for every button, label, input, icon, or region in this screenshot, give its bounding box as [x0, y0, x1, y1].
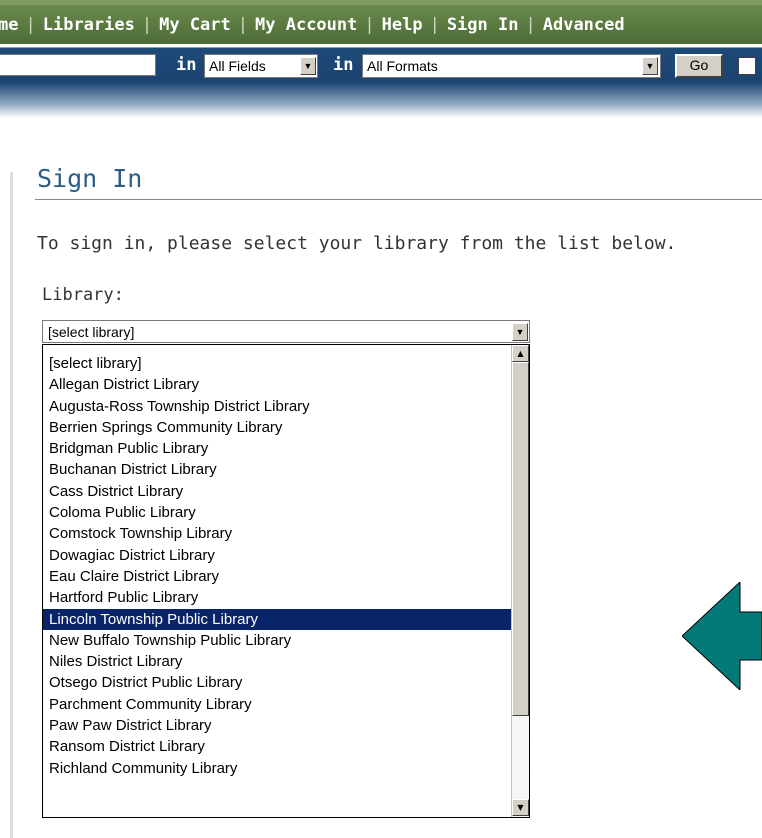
library-option[interactable]: Allegan District Library	[43, 374, 528, 395]
nav-help-link[interactable]: Help	[375, 15, 430, 35]
title-divider	[35, 199, 762, 200]
library-option[interactable]: New Buffalo Township Public Library	[43, 630, 528, 651]
scrollbar[interactable]: ▲ ▼	[511, 345, 529, 817]
chevron-down-icon[interactable]: ▼	[300, 57, 316, 75]
chevron-down-icon[interactable]: ▼	[642, 57, 658, 75]
sign-in-instruction: To sign in, please select your library f…	[37, 233, 677, 254]
library-option[interactable]: Coloma Public Library	[43, 502, 528, 523]
library-option[interactable]: Bridgman Public Library	[43, 438, 528, 459]
page-title: Sign In	[37, 164, 143, 193]
nav-separator: |	[25, 14, 36, 35]
library-option[interactable]: Buchanan District Library	[43, 459, 528, 480]
nav-my-account-link[interactable]: My Account	[248, 15, 364, 35]
scroll-down-icon[interactable]: ▼	[512, 799, 529, 816]
chevron-down-icon[interactable]: ▼	[512, 323, 528, 341]
library-option[interactable]: Parchment Community Library	[43, 694, 528, 715]
nav-separator: |	[141, 14, 153, 35]
library-dropdown-list[interactable]: [select library] Allegan District Library…	[42, 344, 530, 818]
library-option[interactable]: Dowagiac District Library	[43, 545, 528, 566]
search-bar: in All Fields ▼ in All Formats ▼ Go	[0, 44, 762, 118]
top-navigation: me | Libraries | My Cart | My Account | …	[0, 0, 762, 44]
library-select[interactable]: [select library] ▼	[42, 320, 530, 343]
search-checkbox[interactable]	[738, 57, 756, 75]
scroll-thumb[interactable]	[512, 362, 529, 716]
go-button[interactable]: Go	[675, 54, 723, 78]
nav-my-cart-link[interactable]: My Cart	[152, 15, 238, 35]
library-option[interactable]: [select library]	[43, 353, 528, 374]
scroll-up-icon[interactable]: ▲	[512, 345, 529, 362]
library-option[interactable]: Eau Claire District Library	[43, 566, 528, 587]
library-option[interactable]: Otsego District Public Library	[43, 672, 528, 693]
library-option[interactable]: Lincoln Township Public Library	[43, 608, 528, 630]
format-select[interactable]: All Formats ▼	[362, 54, 661, 78]
library-option[interactable]: Hartford Public Library	[43, 587, 528, 608]
library-option[interactable]: Niles District Library	[43, 651, 528, 672]
in-label: in	[176, 55, 197, 75]
library-option[interactable]: Ransom District Library	[43, 736, 528, 757]
field-select[interactable]: All Fields ▼	[204, 54, 318, 78]
content-left-rule	[10, 172, 13, 838]
library-option[interactable]: Cass District Library	[43, 481, 528, 502]
nav-separator: |	[525, 14, 536, 35]
library-options: [select library] Allegan District Library…	[43, 353, 528, 779]
library-option[interactable]: Paw Paw District Library	[43, 715, 528, 736]
library-select-value: [select library]	[48, 324, 135, 340]
library-option[interactable]: Berrien Springs Community Library	[43, 417, 528, 438]
nav-home-link[interactable]: me	[0, 15, 25, 35]
library-option[interactable]: Comstock Township Library	[43, 523, 528, 544]
library-option[interactable]: Richland Community Library	[43, 758, 528, 779]
library-option[interactable]: Augusta-Ross Township District Library	[43, 396, 528, 417]
in-label: in	[333, 55, 354, 75]
format-select-value: All Formats	[367, 58, 438, 74]
teal-arrow-icon	[682, 582, 762, 690]
field-select-value: All Fields	[209, 58, 266, 74]
search-row: in All Fields ▼ in All Formats ▼ Go	[0, 54, 762, 80]
search-input[interactable]	[0, 54, 156, 76]
nav-separator: |	[364, 14, 375, 35]
nav-separator: |	[237, 14, 249, 35]
nav-separator: |	[429, 14, 440, 35]
library-label: Library:	[42, 285, 124, 305]
nav-sign-in-link[interactable]: Sign In	[440, 15, 526, 35]
nav-libraries-link[interactable]: Libraries	[36, 15, 142, 35]
nav-advanced-link[interactable]: Advanced	[536, 15, 632, 35]
